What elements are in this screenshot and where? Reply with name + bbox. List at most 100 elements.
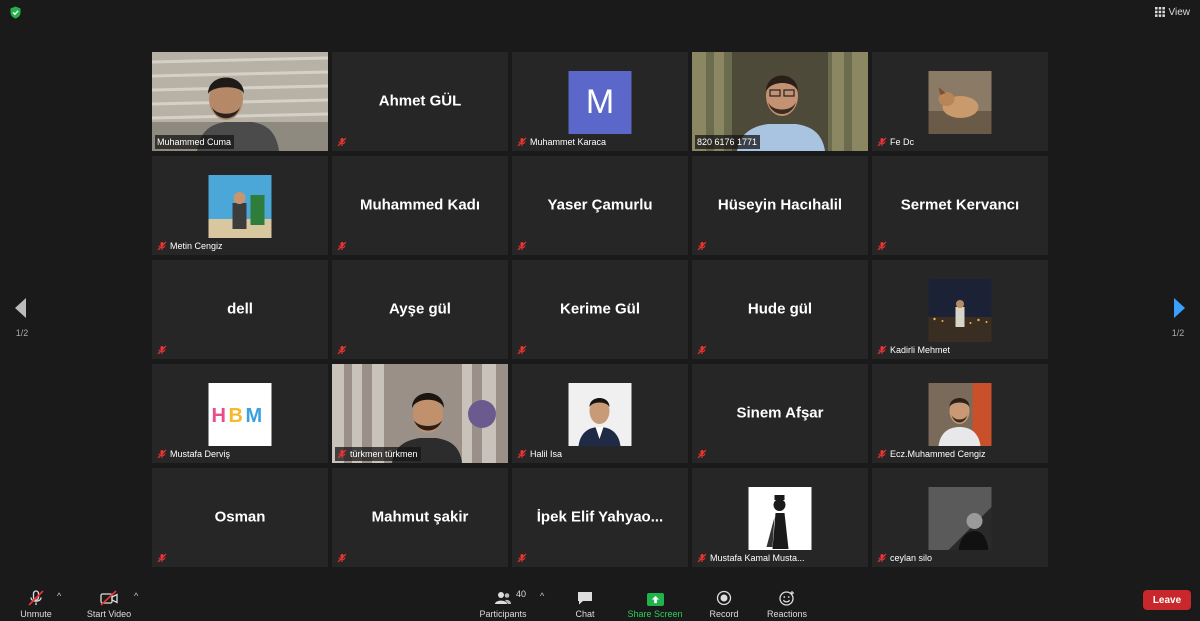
participant-name-label — [695, 343, 710, 357]
participant-tile[interactable]: Ayşe gül — [332, 260, 508, 359]
participant-display-name: Ayşe gül — [389, 300, 451, 318]
svg-text:M: M — [246, 405, 263, 427]
participant-name-label — [515, 551, 530, 565]
record-button[interactable]: Record — [706, 585, 742, 621]
participant-name-label — [335, 343, 350, 357]
participant-display-name: Mahmut şakir — [371, 508, 469, 526]
chat-button[interactable]: Chat — [568, 585, 602, 621]
muted-mic-icon — [697, 345, 707, 355]
participant-tile[interactable]: H B M Mustafa Derviş — [152, 364, 328, 463]
arrow-left-icon — [15, 298, 26, 318]
avatar — [568, 383, 632, 446]
participant-display-name: Hude gül — [747, 300, 813, 318]
participant-display-name: Yaser Çamurlu — [547, 196, 653, 214]
participant-tile[interactable]: dell — [152, 260, 328, 359]
page-indicator-right: 1/2 — [1171, 328, 1185, 338]
participant-name-label: Halil Isa — [515, 447, 565, 461]
participant-tile[interactable]: M Muhammet Karaca — [512, 52, 688, 151]
participant-name-label: Mustafa Kamal Musta... — [695, 551, 808, 565]
participant-display-name: Osman — [214, 508, 266, 526]
share-screen-button[interactable]: Share Screen — [624, 585, 686, 621]
participant-name-label: ceylan silo — [875, 551, 935, 565]
muted-mic-icon — [517, 137, 527, 147]
start-video-button[interactable]: Start Video — [83, 585, 135, 621]
participant-display-name: Muhammed Kadı — [359, 196, 480, 214]
participant-name-label: Muhammet Karaca — [515, 135, 609, 149]
reactions-button[interactable]: Reactions — [764, 585, 810, 621]
arrow-right-icon — [1174, 298, 1185, 318]
view-label: View — [1168, 6, 1191, 18]
participant-name-label: Ecz.Muhammed Cengiz — [875, 447, 989, 461]
muted-mic-icon — [157, 345, 167, 355]
participant-tile[interactable]: Ahmet GÜL — [332, 52, 508, 151]
participant-tile[interactable]: Sinem Afşar — [692, 364, 868, 463]
muted-mic-icon — [337, 345, 347, 355]
participant-tile[interactable]: Halil Isa — [512, 364, 688, 463]
video-options-caret[interactable]: ^ — [134, 591, 138, 601]
participant-display-name: İpek Elif Yahyao... — [536, 508, 664, 526]
unmute-button[interactable]: Unmute — [16, 585, 56, 621]
participant-tile[interactable]: Metin Cengiz — [152, 156, 328, 255]
participant-tile[interactable]: Osman — [152, 468, 328, 567]
participant-tile[interactable]: Hude gül — [692, 260, 868, 359]
audio-options-caret[interactable]: ^ — [57, 591, 61, 601]
participant-tile[interactable]: türkmen türkmen — [332, 364, 508, 463]
participant-tile[interactable]: Ecz.Muhammed Cengiz — [872, 364, 1048, 463]
participant-name-label — [335, 551, 350, 565]
muted-mic-icon — [28, 590, 44, 606]
avatar — [928, 279, 992, 342]
participant-tile[interactable]: Fe Dc — [872, 52, 1048, 151]
participant-tile[interactable]: ceylan silo — [872, 468, 1048, 567]
muted-mic-icon — [337, 241, 347, 251]
muted-mic-icon — [877, 449, 887, 459]
record-label: Record — [709, 609, 739, 619]
participant-name-label — [155, 343, 170, 357]
participant-tile[interactable]: 820 6176 1771 — [692, 52, 868, 151]
participant-tile[interactable]: Muhammed Kadı — [332, 156, 508, 255]
participant-tile[interactable]: Yaser Çamurlu — [512, 156, 688, 255]
view-button[interactable]: View — [1154, 4, 1191, 20]
encryption-shield-icon[interactable] — [9, 6, 22, 19]
participants-options-caret[interactable]: ^ — [540, 591, 544, 601]
leave-button[interactable]: Leave — [1143, 590, 1191, 610]
participant-tile[interactable]: Sermet Kervancı — [872, 156, 1048, 255]
participant-name-label: Mustafa Derviş — [155, 447, 233, 461]
muted-mic-icon — [697, 449, 707, 459]
participant-display-name: Hüseyin Hacıhalil — [717, 196, 843, 214]
next-page-button[interactable]: 1/2 — [1168, 296, 1188, 346]
participant-display-name: Sinem Afşar — [736, 404, 824, 422]
participant-name-label — [695, 239, 710, 253]
participant-name-label — [155, 551, 170, 565]
avatar — [928, 71, 992, 134]
muted-mic-icon — [697, 553, 707, 563]
participant-name-label: Fe Dc — [875, 135, 917, 149]
record-icon — [716, 590, 732, 606]
participant-tile[interactable]: Mahmut şakir — [332, 468, 508, 567]
muted-mic-icon — [517, 241, 527, 251]
page-indicator-left: 1/2 — [15, 328, 29, 338]
participant-tile[interactable]: Muhammed Cuma — [152, 52, 328, 151]
participant-display-name: dell — [227, 300, 253, 318]
meeting-toolbar: Unmute ^ Start Video ^ Participants 40 ^… — [0, 585, 1200, 621]
muted-mic-icon — [157, 553, 167, 563]
chat-icon — [578, 592, 592, 605]
participant-name-label — [875, 239, 890, 253]
participant-tile[interactable]: Hüseyin Hacıhalil — [692, 156, 868, 255]
previous-page-button[interactable]: 1/2 — [12, 296, 32, 346]
participant-tile[interactable]: Kadirli Mehmet — [872, 260, 1048, 359]
muted-mic-icon — [157, 449, 167, 459]
participant-display-name: Ahmet GÜL — [378, 92, 462, 110]
avatar — [928, 487, 992, 550]
participant-tile[interactable]: Kerime Gül — [512, 260, 688, 359]
share-screen-icon — [646, 593, 664, 606]
chat-label: Chat — [575, 609, 595, 619]
participant-tile[interactable]: İpek Elif Yahyao... — [512, 468, 688, 567]
reactions-label: Reactions — [766, 609, 808, 619]
svg-text:B: B — [229, 405, 243, 427]
video-off-icon — [100, 590, 118, 606]
muted-mic-icon — [157, 241, 167, 251]
participant-display-name: Kerime Gül — [559, 300, 641, 318]
avatar: H B M — [208, 383, 272, 446]
participant-name-label: Metin Cengiz — [155, 239, 226, 253]
participant-tile[interactable]: Mustafa Kamal Musta... — [692, 468, 868, 567]
